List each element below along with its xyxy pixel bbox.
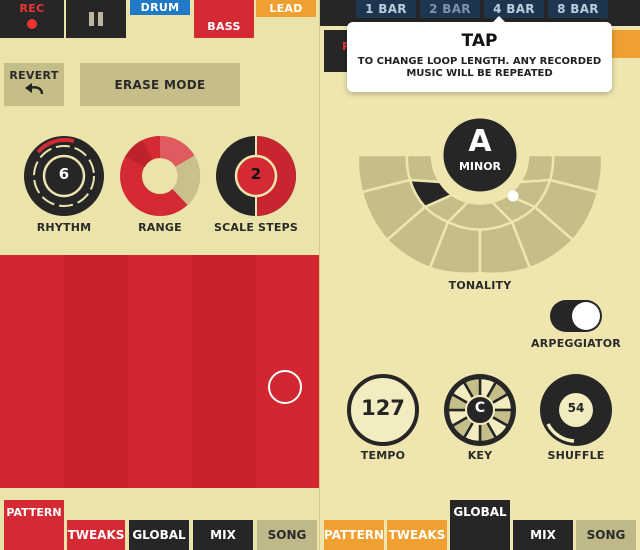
- revert-button[interactable]: REVERT: [4, 63, 64, 106]
- tab-song[interactable]: SONG: [576, 520, 636, 550]
- bar-1-button[interactable]: 1 BAR: [356, 0, 416, 18]
- tonality-label: TONALITY: [448, 279, 512, 292]
- tab-global[interactable]: GLOBAL: [450, 500, 510, 550]
- arpeggiator-label: ARPEGGIATOR: [531, 337, 621, 350]
- tab-pattern[interactable]: PATTERN: [324, 520, 384, 550]
- key-value: C: [474, 400, 486, 416]
- bass-label: BASS: [207, 20, 241, 33]
- lead-button-obscured[interactable]: [612, 30, 640, 58]
- rhythm-value: 6: [58, 165, 70, 183]
- tab-global[interactable]: GLOBAL: [129, 520, 189, 550]
- tooltip-body-2: MUSIC WILL BE REPEATED: [406, 68, 553, 79]
- record-icon: [27, 19, 37, 29]
- shuffle-label: SHUFFLE: [547, 449, 605, 462]
- lead-button[interactable]: LEAD: [256, 0, 316, 17]
- tonality-note: A: [468, 124, 492, 159]
- tab-mix[interactable]: MIX: [513, 520, 573, 550]
- pad-column[interactable]: [192, 255, 256, 488]
- tooltip-body-1: TO CHANGE LOOP LENGTH. ANY RECORDED: [357, 56, 602, 67]
- scale-steps-label: SCALE STEPS: [214, 221, 298, 234]
- pause-button[interactable]: [66, 0, 126, 38]
- scale-steps-value: 2: [250, 165, 262, 183]
- range-knob[interactable]: [120, 136, 201, 216]
- pattern-pad[interactable]: [0, 255, 320, 488]
- tooltip: TAP TO CHANGE LOOP LENGTH. ANY RECORDED …: [347, 16, 612, 92]
- rec-label: REC: [19, 2, 45, 15]
- drum-button[interactable]: DRUM: [130, 0, 190, 15]
- bar-2-button[interactable]: 2 BAR: [420, 0, 480, 18]
- global-screen: 1 BAR 2 BAR 4 BAR 8 BAR R TAP TO CHANGE …: [320, 0, 640, 550]
- arpeggiator-toggle[interactable]: [550, 300, 602, 332]
- toggle-knob: [572, 302, 600, 330]
- rec-button[interactable]: REC: [0, 0, 64, 38]
- erase-mode-button[interactable]: ERASE MODE: [80, 63, 240, 106]
- tab-tweaks[interactable]: TWEAKS: [387, 520, 447, 550]
- tab-mix[interactable]: MIX: [193, 520, 253, 550]
- shuffle-value: 54: [567, 401, 585, 415]
- bar-8-button[interactable]: 8 BAR: [548, 0, 608, 18]
- revert-label: REVERT: [9, 69, 59, 82]
- tab-song[interactable]: SONG: [257, 520, 317, 550]
- bass-button[interactable]: BASS: [194, 0, 254, 38]
- tooltip-title: TAP: [461, 31, 498, 51]
- selected-dot: [507, 190, 519, 202]
- tonality-mode: MINOR: [458, 160, 502, 173]
- pad-column[interactable]: [0, 255, 64, 488]
- tempo-value: 127: [361, 396, 405, 420]
- tab-tweaks[interactable]: TWEAKS: [67, 520, 125, 550]
- rhythm-label: RHYTHM: [36, 221, 92, 234]
- tab-label: PATTERN: [6, 506, 62, 519]
- key-label: KEY: [467, 449, 493, 462]
- tab-pattern[interactable]: PATTERN: [4, 500, 64, 550]
- tooltip-pointer: [492, 16, 506, 23]
- undo-icon: [25, 83, 44, 95]
- touch-cursor: [268, 370, 302, 404]
- tab-label: GLOBAL: [453, 505, 507, 519]
- tempo-label: TEMPO: [360, 449, 406, 462]
- pad-column[interactable]: [128, 255, 192, 488]
- pad-column[interactable]: [64, 255, 128, 488]
- pattern-screen: REC DRUM BASS LEAD REVERT ERASE MODE 6 2…: [0, 0, 320, 550]
- pause-icon: [89, 12, 103, 26]
- range-label: RANGE: [138, 221, 182, 234]
